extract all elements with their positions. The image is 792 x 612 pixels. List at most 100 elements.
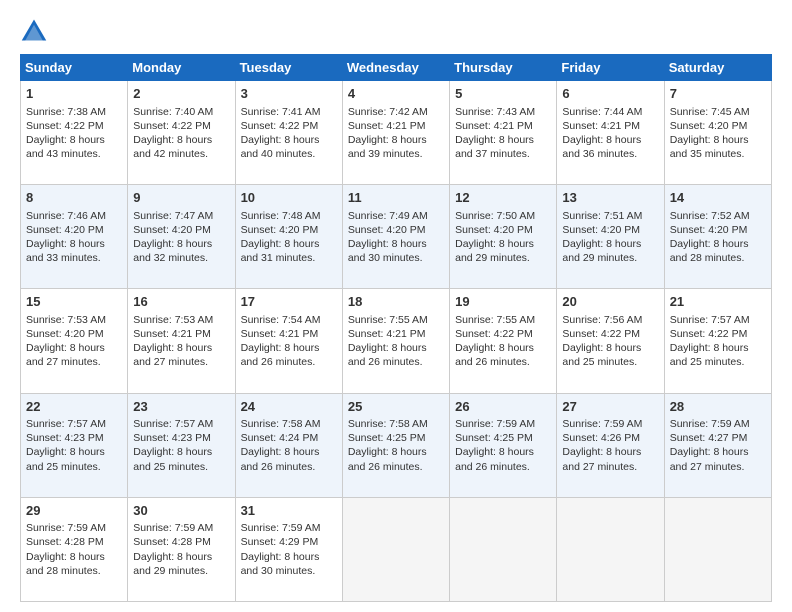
calendar-cell: 23Sunrise: 7:57 AMSunset: 4:23 PMDayligh… (128, 393, 235, 497)
daylight-hours: Daylight: 8 hours and 26 minutes. (241, 445, 337, 473)
day-number: 29 (26, 502, 122, 520)
calendar-cell: 8 Sunrise: 7:46 AMSunset: 4:20 PMDaylight… (21, 185, 128, 289)
calendar-cell: 11Sunrise: 7:49 AMSunset: 4:20 PMDayligh… (342, 185, 449, 289)
daylight-hours: Daylight: 8 hours and 32 minutes. (133, 237, 229, 265)
calendar-cell: 7Sunrise: 7:45 AMSunset: 4:20 PMDaylight… (664, 81, 771, 185)
daylight-hours: Daylight: 8 hours and 26 minutes. (348, 445, 444, 473)
sunrise-text: Sunrise: 7:59 AM (241, 521, 337, 535)
day-number: 5 (455, 85, 551, 103)
sunset-text: Sunset: 4:27 PM (670, 431, 766, 445)
sunset-text: Sunset: 4:25 PM (348, 431, 444, 445)
sunrise-text: Sunrise: 7:54 AM (241, 313, 337, 327)
day-number: 8 (26, 189, 122, 207)
sunset-text: Sunset: 4:20 PM (670, 223, 766, 237)
daylight-hours: Daylight: 8 hours and 37 minutes. (455, 133, 551, 161)
calendar-cell: 10Sunrise: 7:48 AMSunset: 4:20 PMDayligh… (235, 185, 342, 289)
day-number: 10 (241, 189, 337, 207)
day-number: 31 (241, 502, 337, 520)
sunset-text: Sunset: 4:28 PM (26, 535, 122, 549)
sunrise-text: Sunrise: 7:57 AM (26, 417, 122, 431)
calendar-cell: 29Sunrise: 7:59 AMSunset: 4:28 PMDayligh… (21, 497, 128, 601)
calendar-cell: 3Sunrise: 7:41 AMSunset: 4:22 PMDaylight… (235, 81, 342, 185)
sunrise-text: Sunrise: 7:53 AM (26, 313, 122, 327)
calendar-cell: 1Sunrise: 7:38 AMSunset: 4:22 PMDaylight… (21, 81, 128, 185)
calendar-cell: 22Sunrise: 7:57 AMSunset: 4:23 PMDayligh… (21, 393, 128, 497)
daylight-hours: Daylight: 8 hours and 33 minutes. (26, 237, 122, 265)
calendar-cell: 20Sunrise: 7:56 AMSunset: 4:22 PMDayligh… (557, 289, 664, 393)
day-number: 11 (348, 189, 444, 207)
logo-icon (20, 16, 48, 44)
daylight-hours: Daylight: 8 hours and 31 minutes. (241, 237, 337, 265)
daylight-hours: Daylight: 8 hours and 25 minutes. (670, 341, 766, 369)
logo (20, 16, 52, 44)
sunrise-text: Sunrise: 7:55 AM (348, 313, 444, 327)
weekday-header-saturday: Saturday (664, 55, 771, 81)
day-number: 14 (670, 189, 766, 207)
day-number: 16 (133, 293, 229, 311)
sunrise-text: Sunrise: 7:59 AM (133, 521, 229, 535)
sunset-text: Sunset: 4:20 PM (455, 223, 551, 237)
sunset-text: Sunset: 4:24 PM (241, 431, 337, 445)
day-number: 9 (133, 189, 229, 207)
daylight-hours: Daylight: 8 hours and 26 minutes. (455, 341, 551, 369)
sunrise-text: Sunrise: 7:58 AM (348, 417, 444, 431)
calendar-cell: 31Sunrise: 7:59 AMSunset: 4:29 PMDayligh… (235, 497, 342, 601)
sunrise-text: Sunrise: 7:50 AM (455, 209, 551, 223)
calendar-cell: 12Sunrise: 7:50 AMSunset: 4:20 PMDayligh… (450, 185, 557, 289)
week-row-5: 29 Sunrise: 7:59 AM Sunset: 4:28 PMDayligh… (21, 497, 772, 601)
calendar-cell: 27Sunrise: 7:59 AMSunset: 4:26 PMDayligh… (557, 393, 664, 497)
sunset-text: Sunset: 4:29 PM (241, 535, 337, 549)
sunrise-text: Sunrise: 7:59 AM (562, 417, 658, 431)
sunset-text: Sunset: 4:20 PM (348, 223, 444, 237)
calendar-cell: 5Sunrise: 7:43 AMSunset: 4:21 PMDaylight… (450, 81, 557, 185)
daylight-hours: Daylight: 8 hours and 40 minutes. (241, 133, 337, 161)
daylight-hours: Daylight: 8 hours and 35 minutes. (670, 133, 766, 161)
day-number: 18 (348, 293, 444, 311)
sunrise-text: Sunrise: 7:52 AM (670, 209, 766, 223)
calendar-cell (664, 497, 771, 601)
calendar-cell: 30Sunrise: 7:59 AMSunset: 4:28 PMDayligh… (128, 497, 235, 601)
calendar-cell: 28Sunrise: 7:59 AMSunset: 4:27 PMDayligh… (664, 393, 771, 497)
daylight-hours: Daylight: 8 hours and 39 minutes. (348, 133, 444, 161)
week-row-2: 8Sunrise: 7:46 AMSunset: 4:20 PMDaylight… (21, 185, 772, 289)
weekday-header-sunday: Sunday (21, 55, 128, 81)
page: SundayMondayTuesdayWednesdayThursdayFrid… (0, 0, 792, 612)
day-number: 23 (133, 398, 229, 416)
day-number: 1 (26, 85, 122, 103)
day-number: 28 (670, 398, 766, 416)
day-number: 2 (133, 85, 229, 103)
sunset-text: Sunset: 4:21 PM (348, 327, 444, 341)
day-number: 7 (670, 85, 766, 103)
calendar-cell: 21Sunrise: 7:57 AMSunset: 4:22 PMDayligh… (664, 289, 771, 393)
calendar-cell: 18 Sunrise: 7:55 AMSunset: 4:21 PMDayligh… (342, 289, 449, 393)
sunrise-text: Sunrise: 7:40 AM (133, 105, 229, 119)
calendar-cell: 15Sunrise: 7:53 AMSunset: 4:20 PMDayligh… (21, 289, 128, 393)
day-number: 17 (241, 293, 337, 311)
sunset-text: Sunset: 4:20 PM (26, 223, 122, 237)
sunrise-text: Sunrise: 7:48 AM (241, 209, 337, 223)
calendar-cell (450, 497, 557, 601)
sunset-text: Sunset: 4:26 PM (562, 431, 658, 445)
calendar-table: SundayMondayTuesdayWednesdayThursdayFrid… (20, 54, 772, 602)
sunset-text: Sunset: 4:21 PM (562, 119, 658, 133)
sunrise-text: Sunrise: 7:44 AM (562, 105, 658, 119)
day-number: 30 (133, 502, 229, 520)
day-number: 22 (26, 398, 122, 416)
daylight-hours: Daylight: 8 hours and 26 minutes. (348, 341, 444, 369)
sunrise-text: Sunrise: 7:57 AM (133, 417, 229, 431)
daylight-hours: Daylight: 8 hours and 43 minutes. (26, 133, 122, 161)
sunset-text: Sunset: 4:21 PM (241, 327, 337, 341)
daylight-hours: Daylight: 8 hours and 28 minutes. (670, 237, 766, 265)
daylight-hours: Daylight: 8 hours and 28 minutes. (26, 550, 122, 578)
daylight-hours: Daylight: 8 hours and 29 minutes. (562, 237, 658, 265)
sunset-text: Sunset: 4:25 PM (455, 431, 551, 445)
sunrise-text: Sunrise: 7:45 AM (670, 105, 766, 119)
sunset-text: Sunset: 4:20 PM (562, 223, 658, 237)
weekday-header-monday: Monday (128, 55, 235, 81)
day-number: 24 (241, 398, 337, 416)
sunrise-text: Sunrise: 7:46 AM (26, 209, 122, 223)
sunrise-text: Sunrise: 7:43 AM (455, 105, 551, 119)
sunset-text: Sunset: 4:21 PM (133, 327, 229, 341)
sunrise-text: Sunrise: 7:38 AM (26, 105, 122, 119)
daylight-hours: Daylight: 8 hours and 27 minutes. (133, 341, 229, 369)
